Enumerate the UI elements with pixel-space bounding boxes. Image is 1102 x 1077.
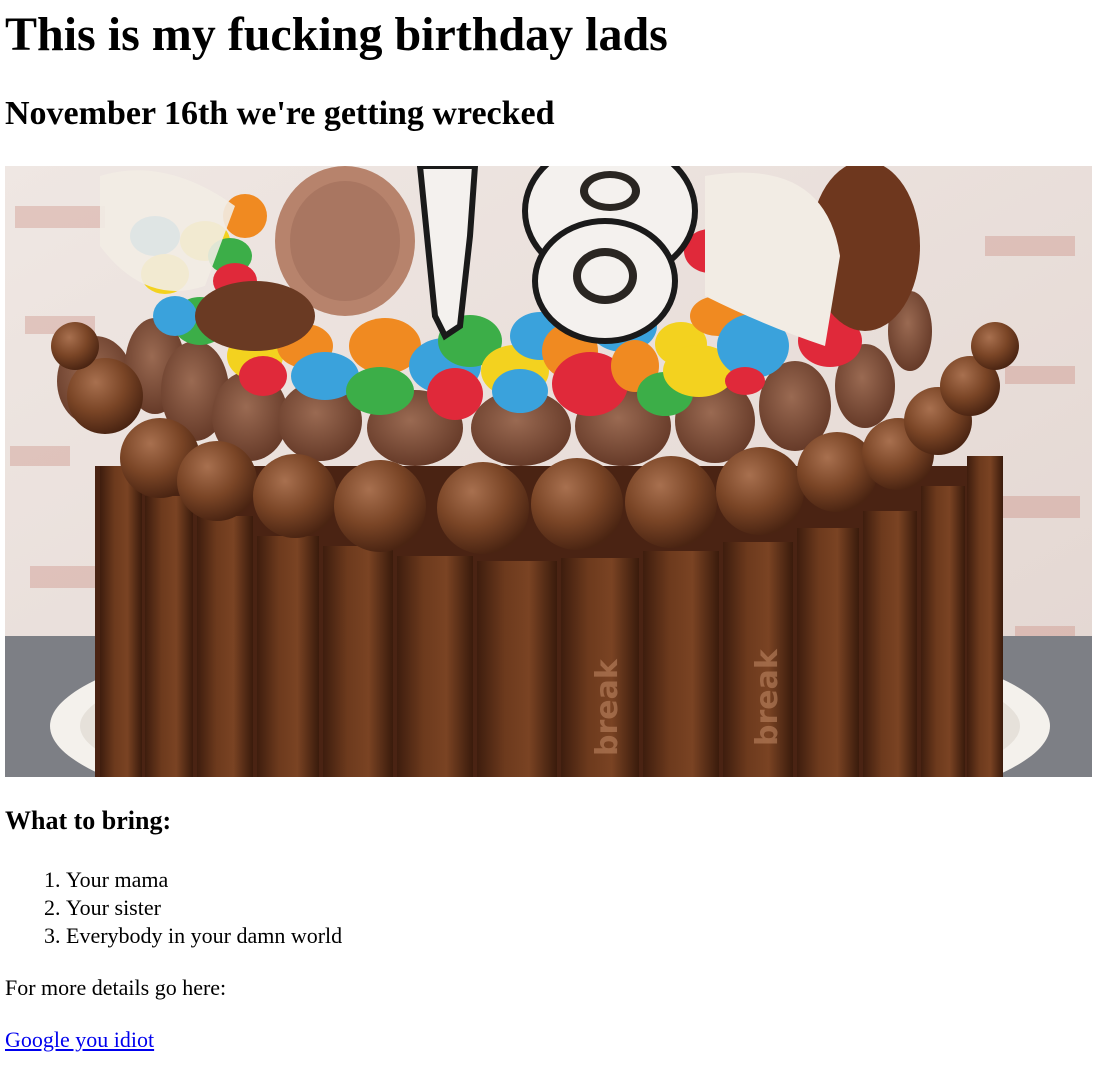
google-link[interactable]: Google you idiot xyxy=(5,1027,154,1052)
svg-text:break: break xyxy=(590,658,625,756)
link-paragraph: Google you idiot xyxy=(5,1026,154,1054)
list-item: Your mama xyxy=(66,866,342,894)
page-title: This is my fucking birthday lads xyxy=(5,8,668,61)
list-item: Your sister xyxy=(66,894,342,922)
bring-list: Your mama Your sister Everybody in your … xyxy=(5,866,342,950)
cake-image: break break xyxy=(5,166,1092,777)
svg-text:break: break xyxy=(750,648,785,746)
bring-heading: What to bring: xyxy=(5,806,172,835)
list-item: Everybody in your damn world xyxy=(66,922,342,950)
candle-18 xyxy=(416,166,698,344)
details-text: For more details go here: xyxy=(5,975,227,1000)
page-subtitle: November 16th we're getting wrecked xyxy=(5,95,555,132)
